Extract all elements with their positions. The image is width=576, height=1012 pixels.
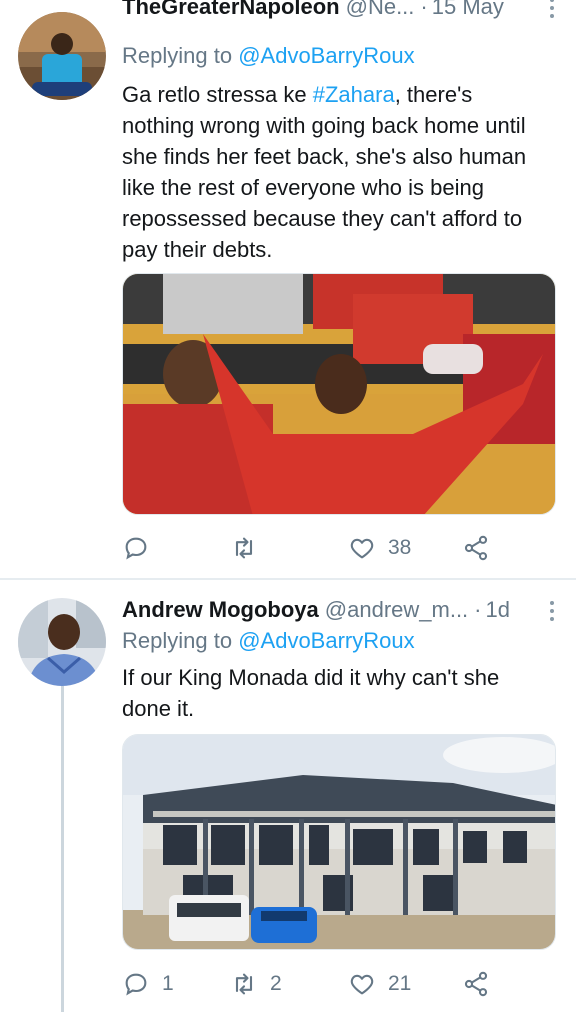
separator-dot: · [420, 0, 428, 19]
avatar[interactable] [18, 598, 106, 686]
tweet-date[interactable]: 15 May [432, 0, 504, 20]
display-name[interactable]: TheGreaterNapoleon [122, 0, 340, 20]
reply-button[interactable] [122, 528, 162, 568]
tweet-actions: 1 2 21 [122, 964, 542, 1004]
reply-icon [125, 537, 147, 560]
more-icon[interactable] [550, 0, 556, 22]
replying-to-label: Replying to [122, 628, 233, 653]
tweet-text-part: Ga retlo stressa ke [122, 82, 313, 107]
tweet-actions: 38 [122, 528, 542, 568]
share-icon [464, 971, 488, 997]
share-icon [464, 535, 488, 561]
tweet-text-part: , there's nothing wrong with going back … [122, 82, 527, 262]
like-icon [350, 974, 374, 995]
share-button[interactable] [462, 964, 490, 1004]
reply-count: 1 [162, 972, 174, 995]
more-icon[interactable] [550, 601, 556, 625]
retweet-button[interactable]: 2 [230, 964, 282, 1004]
thread-line [61, 686, 64, 1012]
reply-button[interactable]: 1 [122, 964, 174, 1004]
tweet-text: If our King Monada did it why can't she … [122, 665, 500, 721]
tweet-1[interactable]: TheGreaterNapoleon @Ne... · 15 May Reply… [0, 0, 576, 578]
mention-link[interactable]: @AdvoBarryRoux [238, 628, 414, 653]
avatar[interactable] [18, 12, 106, 100]
tweet-text: Ga retlo stressa ke #Zahara, there's not… [122, 79, 542, 265]
tweet-header: Andrew Mogoboya @andrew_m... · 1d [122, 597, 556, 623]
tweet-photo[interactable] [122, 734, 556, 950]
retweet-icon [235, 537, 253, 559]
retweet-button[interactable] [230, 528, 270, 568]
like-button[interactable]: 21 [348, 964, 411, 1004]
display-name[interactable]: Andrew Mogoboya [122, 597, 319, 623]
like-icon [350, 538, 374, 559]
like-button[interactable]: 38 [348, 528, 411, 568]
user-handle[interactable]: @andrew_m... [325, 597, 468, 623]
reply-icon [125, 973, 147, 996]
share-button[interactable] [462, 528, 490, 568]
mention-link[interactable]: @AdvoBarryRoux [238, 43, 414, 68]
retweet-icon [235, 973, 253, 995]
retweet-count: 2 [270, 972, 282, 995]
hashtag-link[interactable]: #Zahara [313, 82, 395, 107]
separator-dot: · [474, 597, 482, 622]
tweet-photo[interactable] [122, 273, 556, 515]
like-count: 21 [388, 972, 412, 995]
like-count: 38 [388, 536, 412, 559]
replying-to: Replying to @AdvoBarryRoux [122, 628, 415, 654]
tweet-header: TheGreaterNapoleon @Ne... · 15 May [122, 0, 556, 20]
replying-to: Replying to @AdvoBarryRoux [122, 43, 415, 69]
tweet-2[interactable]: Andrew Mogoboya @andrew_m... · 1d Replyi… [0, 580, 576, 1012]
replying-to-label: Replying to [122, 43, 233, 68]
tweet-date[interactable]: 1d [486, 597, 510, 623]
user-handle[interactable]: @Ne... [346, 0, 415, 20]
